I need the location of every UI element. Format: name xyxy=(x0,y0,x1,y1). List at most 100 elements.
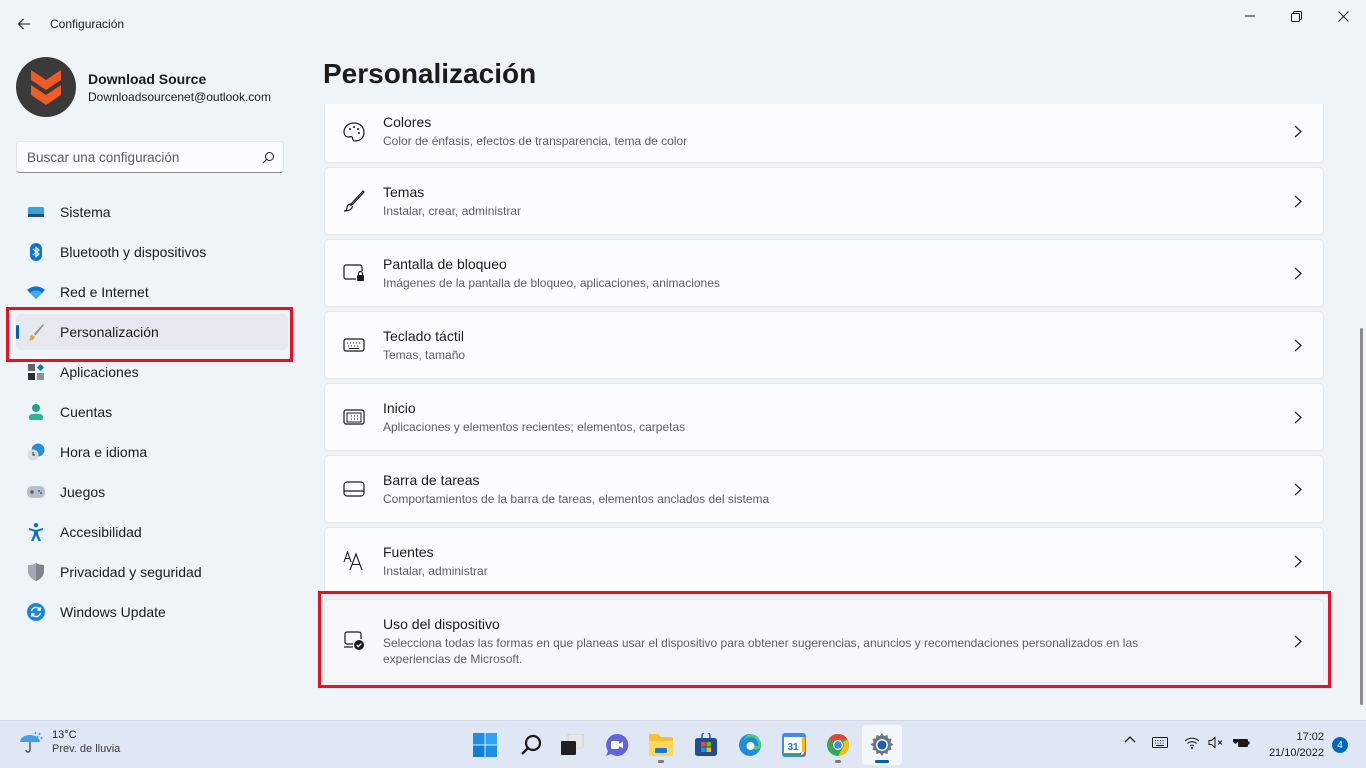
clock[interactable]: 17:02 21/10/2022 xyxy=(1269,729,1324,761)
wifi-icon xyxy=(1184,737,1200,749)
rain-umbrella-icon xyxy=(20,731,43,753)
download-source-logo-icon xyxy=(31,70,61,105)
taskbar-task-view-button[interactable] xyxy=(552,725,592,765)
sidebar-item-cuentas[interactable]: Cuentas xyxy=(16,394,288,430)
windows-update-icon xyxy=(26,602,46,622)
windows-logo-icon xyxy=(473,733,497,757)
settings-card-barra-tareas[interactable]: Barra de tareas Comportamientos de la ba… xyxy=(324,455,1324,523)
volume-muted-icon xyxy=(1208,736,1223,749)
restore-icon xyxy=(1290,10,1302,22)
chevron-right-icon xyxy=(1273,125,1323,138)
card-title: Fuentes xyxy=(383,543,434,560)
card-title: Colores xyxy=(383,114,432,130)
wifi-icon xyxy=(26,282,46,302)
taskbar-microsoft-store[interactable] xyxy=(686,725,726,765)
taskbar-search-button[interactable] xyxy=(511,725,551,765)
settings-card-colores[interactable]: Colores Color de énfasis, efectos de tra… xyxy=(324,104,1324,163)
settings-card-temas[interactable]: Temas Instalar, crear, administrar xyxy=(324,167,1324,235)
weather-temperature: 13°C xyxy=(52,729,77,741)
card-subtitle: Instalar, administrar xyxy=(383,563,488,578)
sidebar-item-label: Cuentas xyxy=(60,404,113,420)
show-hidden-icons-button[interactable] xyxy=(1124,735,1136,743)
user-profile[interactable]: Download Source Downloadsourcenet@outloo… xyxy=(16,57,271,117)
sidebar-item-label: Sistema xyxy=(60,204,111,220)
sidebar-item-privacidad[interactable]: Privacidad y seguridad xyxy=(16,554,288,590)
battery-charging-icon xyxy=(1233,736,1250,747)
page-title: Personalización xyxy=(323,58,537,89)
search-icon xyxy=(521,734,542,755)
notification-badge[interactable]: 4 xyxy=(1332,737,1348,753)
folder-icon xyxy=(649,734,673,756)
settings-card-fuentes[interactable]: Fuentes Instalar, administrar xyxy=(324,527,1324,595)
taskbar-settings[interactable] xyxy=(862,725,902,765)
sidebar-item-label: Aplicaciones xyxy=(60,364,139,380)
card-title: Uso del dispositivo xyxy=(383,615,500,632)
account-icon xyxy=(26,402,46,422)
close-button[interactable] xyxy=(1320,0,1366,32)
card-subtitle: Instalar, crear, administrar xyxy=(383,203,522,218)
back-button[interactable] xyxy=(10,10,38,38)
store-icon xyxy=(695,733,717,756)
taskbar-start-button[interactable] xyxy=(465,725,505,765)
sidebar-item-hora[interactable]: Hora e idioma xyxy=(16,434,288,470)
brush-icon xyxy=(325,190,383,212)
gamepad-icon xyxy=(26,482,46,502)
touch-keyboard-button[interactable] xyxy=(1152,737,1168,748)
search-icon[interactable] xyxy=(253,151,283,164)
taskbar-file-explorer[interactable] xyxy=(641,725,681,765)
chevron-right-icon xyxy=(1273,483,1323,496)
settings-card-inicio[interactable]: Inicio Aplicaciones y elementos reciente… xyxy=(324,383,1324,451)
weather-widget[interactable]: 13°C Prev. de lluvia xyxy=(18,729,120,755)
profile-email: Downloadsourcenet@outlook.com xyxy=(88,89,271,104)
shield-icon xyxy=(26,562,46,582)
keyboard-icon xyxy=(1152,737,1168,748)
settings-search[interactable] xyxy=(16,141,284,173)
restore-button[interactable] xyxy=(1273,0,1319,32)
volume-status[interactable] xyxy=(1208,736,1224,749)
sidebar-item-personalizacion[interactable]: Personalización xyxy=(16,314,288,350)
sidebar-item-red[interactable]: Red e Internet xyxy=(16,274,288,310)
paintbrush-icon xyxy=(26,322,46,342)
settings-card-pantalla-bloqueo[interactable]: Pantalla de bloqueo Imágenes de la panta… xyxy=(324,239,1324,307)
calendar-icon: 31 xyxy=(782,733,806,757)
weather-description: Prev. de lluvia xyxy=(52,743,121,755)
card-title: Inicio xyxy=(383,399,416,416)
sidebar-item-label: Red e Internet xyxy=(60,284,149,300)
sidebar-item-accesibilidad[interactable]: Accesibilidad xyxy=(16,514,288,550)
chevron-right-icon xyxy=(1273,267,1323,280)
sidebar-item-aplicaciones[interactable]: Aplicaciones xyxy=(16,354,288,390)
sidebar-item-bluetooth[interactable]: Bluetooth y dispositivos xyxy=(16,234,288,270)
card-subtitle: Comportamientos de la barra de tareas, e… xyxy=(383,491,770,506)
palette-icon xyxy=(325,121,383,142)
edge-browser-icon xyxy=(739,734,761,756)
vertical-scrollbar[interactable] xyxy=(1360,328,1363,705)
fonts-icon xyxy=(325,551,383,571)
settings-card-teclado-tactil[interactable]: Teclado táctil Temas, tamaño xyxy=(324,311,1324,379)
card-title: Temas xyxy=(383,183,425,200)
settings-card-uso-dispositivo[interactable]: Uso del dispositivo Selecciona todas las… xyxy=(324,599,1324,683)
network-status[interactable] xyxy=(1184,736,1200,749)
taskbar-chrome[interactable] xyxy=(818,725,858,765)
chevron-right-icon xyxy=(1273,635,1323,648)
sidebar-item-label: Windows Update xyxy=(60,604,166,620)
battery-status[interactable] xyxy=(1232,736,1250,749)
taskbar-chat-button[interactable] xyxy=(597,725,637,765)
taskbar-google-calendar[interactable]: 31 xyxy=(774,725,814,765)
start-icon xyxy=(325,409,383,425)
avatar xyxy=(16,57,76,117)
clock-time: 17:02 xyxy=(1296,731,1324,743)
accessibility-icon xyxy=(26,522,46,542)
chevron-up-icon xyxy=(1124,736,1136,743)
teams-chat-icon xyxy=(606,733,629,756)
active-indicator xyxy=(16,325,19,339)
search-input[interactable] xyxy=(17,149,253,165)
sidebar-item-sistema[interactable]: Sistema xyxy=(16,194,288,230)
sidebar-item-juegos[interactable]: Juegos xyxy=(16,474,288,510)
profile-name: Download Source xyxy=(88,70,207,87)
running-indicator xyxy=(658,760,664,763)
taskbar: 13°C Prev. de lluvia 31 17:02 21/10/2022… xyxy=(0,720,1366,768)
taskbar-edge[interactable] xyxy=(730,725,770,765)
minimize-button[interactable] xyxy=(1227,0,1273,32)
sidebar-item-windows-update[interactable]: Windows Update xyxy=(16,594,288,630)
chevron-right-icon xyxy=(1273,555,1323,568)
